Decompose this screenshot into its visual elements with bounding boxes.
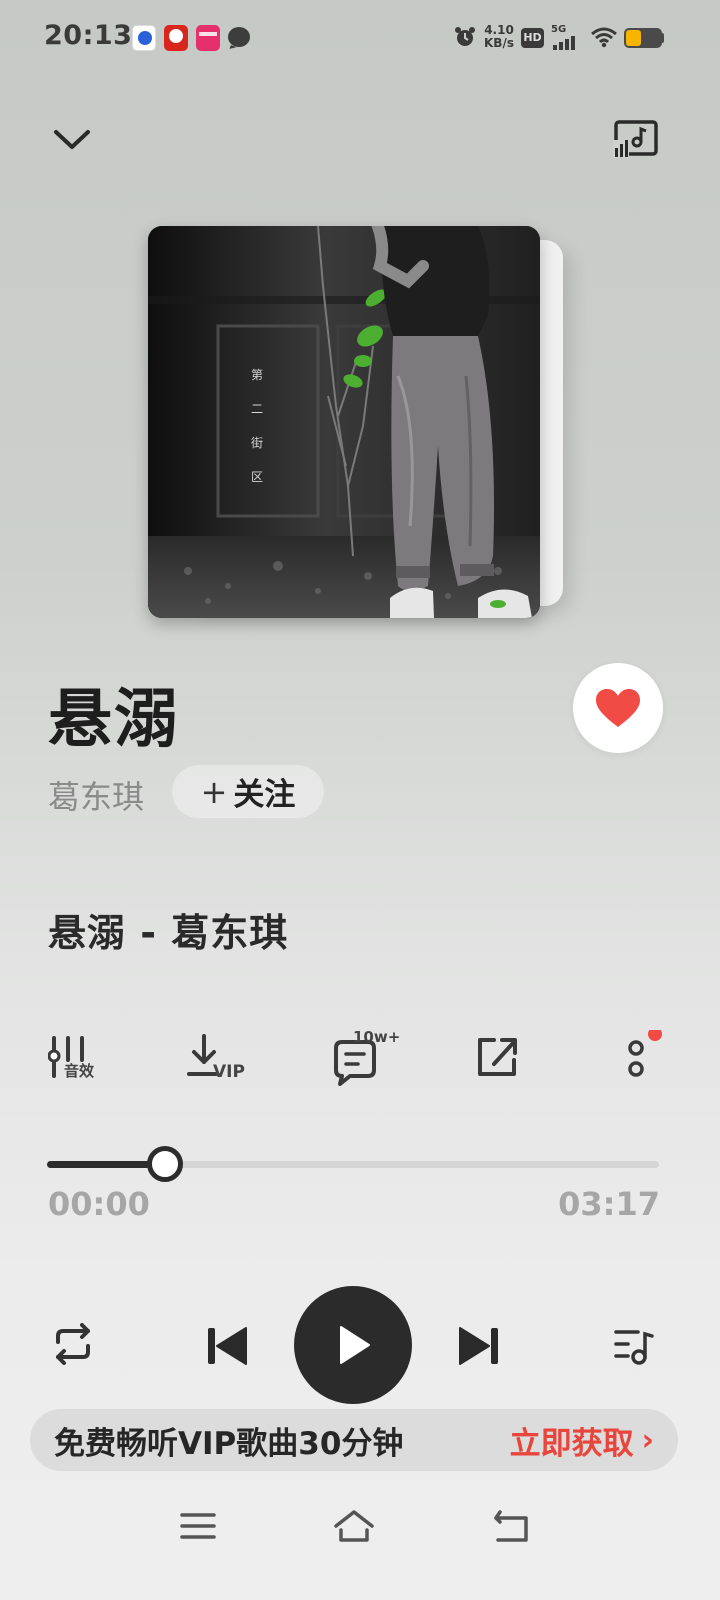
play-button[interactable]: [294, 1286, 412, 1404]
back-nav-icon[interactable]: [490, 1506, 534, 1546]
express-app-notification-icon: [196, 25, 220, 51]
hd-voice-badge: HD: [521, 28, 544, 48]
download-vip-label: VIP: [213, 1062, 245, 1082]
total-duration: 03:17: [558, 1185, 660, 1223]
chevron-right-icon: ›: [641, 1422, 654, 1458]
play-icon: [340, 1326, 370, 1364]
comments-button[interactable]: 10w+: [332, 1028, 412, 1090]
more-dots-icon: [628, 1030, 662, 1077]
follow-label: 关注: [233, 777, 296, 813]
chat-bubble-notification-icon: [228, 27, 250, 47]
more-options-button[interactable]: [620, 1030, 670, 1090]
battery-level-fill: [626, 30, 641, 46]
share-external-icon: [478, 1038, 517, 1076]
vip-promo-banner[interactable]: 免费畅听VIP歌曲30分钟 立即获取 ›: [30, 1409, 678, 1471]
share-button[interactable]: [476, 1030, 556, 1090]
like-button[interactable]: [573, 663, 663, 753]
current-time: 00:00: [48, 1185, 150, 1223]
album-cover-char: 区: [250, 470, 263, 484]
vip-claim-button[interactable]: 立即获取 ›: [510, 1418, 654, 1463]
progress-handle[interactable]: [147, 1146, 183, 1182]
album-cover[interactable]: 第 二 街 区: [148, 226, 540, 618]
signal-bars-icon: [553, 36, 575, 50]
network-speed-unit: KB/s: [484, 36, 514, 50]
vip-claim-label: 立即获取: [509, 1425, 634, 1462]
plus-icon: +: [200, 772, 228, 811]
status-time: 20:13: [44, 20, 133, 51]
network-type-label: 5G: [551, 24, 567, 35]
song-title: 悬溺: [48, 683, 180, 757]
alarm-icon: [455, 27, 475, 46]
artist-name[interactable]: 葛东琪: [48, 772, 144, 818]
album-cover-char: 第: [250, 368, 263, 382]
jd-app-notification-icon: [164, 25, 188, 51]
download-button[interactable]: VIP: [186, 1030, 266, 1090]
battery-icon: [624, 28, 662, 48]
comments-count-badge: 10w+: [353, 1028, 401, 1046]
home-nav-icon[interactable]: [332, 1506, 376, 1546]
album-cover-illustration: [148, 226, 540, 618]
previous-track-icon[interactable]: [204, 1324, 250, 1368]
battery-tip: [661, 33, 664, 43]
sound-effects-label: 音效: [64, 1062, 95, 1080]
album-cover-text: 第 二 街 区: [248, 358, 266, 494]
network-speed: 4.10 KB/s: [484, 24, 514, 50]
sound-effects-button[interactable]: 音效: [48, 1030, 128, 1090]
follow-button[interactable]: + 关注: [172, 765, 324, 818]
wifi-icon: [591, 27, 617, 48]
repeat-mode-icon[interactable]: [50, 1322, 96, 1366]
playlist-icon[interactable]: [612, 1324, 658, 1368]
cast-device-icon[interactable]: [610, 118, 662, 162]
collapse-chevron-icon[interactable]: [50, 118, 94, 162]
next-track-icon[interactable]: [456, 1324, 502, 1368]
baidu-app-notification-icon: [132, 25, 156, 51]
album-cover-char: 二: [250, 402, 263, 416]
vip-promo-text: 免费畅听VIP歌曲30分钟: [54, 1425, 404, 1462]
heart-icon: [596, 689, 640, 727]
cellular-signal-icon: 5G: [551, 25, 579, 54]
menu-nav-icon[interactable]: [176, 1506, 220, 1546]
lyric-line[interactable]: 悬溺 - 葛东琪: [48, 902, 288, 957]
album-cover-char: 街: [250, 436, 263, 450]
